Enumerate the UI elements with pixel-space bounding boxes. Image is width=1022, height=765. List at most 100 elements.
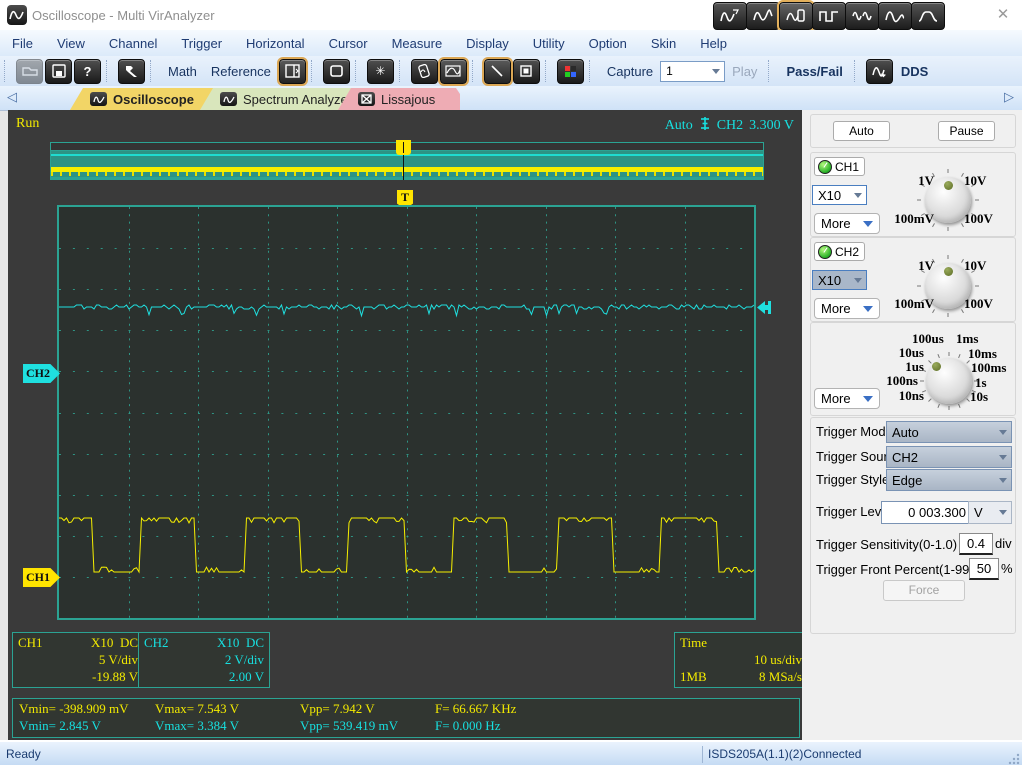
ch2-position-marker[interactable]: CH2 (23, 364, 60, 383)
device-button[interactable] (411, 59, 438, 84)
device-wave-app-icon[interactable] (779, 2, 813, 30)
trigger-sensitivity-label: Trigger Sensitivity(0-1.0) (816, 537, 957, 552)
force-trigger-button[interactable]: Force (883, 580, 965, 601)
control-panel: Auto Pause CH1 X10 More 1V 10V 100mV 100… (802, 110, 1022, 740)
ch2-more-button[interactable]: More (814, 298, 880, 319)
menu-file[interactable]: File (0, 36, 45, 51)
tab-lissajous[interactable]: Lissajous (338, 88, 460, 110)
menu-display[interactable]: Display (454, 36, 521, 51)
trigger-sensitivity-input[interactable] (959, 533, 993, 555)
math-button[interactable]: Math (168, 64, 197, 79)
trigger-front-input[interactable] (969, 558, 999, 580)
menu-view[interactable]: View (45, 36, 97, 51)
ch2-enable-button[interactable]: CH2 (814, 242, 865, 261)
open-button[interactable] (16, 59, 43, 84)
ch1-more-button[interactable]: More (814, 213, 880, 234)
pulse-app-icon[interactable] (911, 2, 945, 30)
ch2-probe-select[interactable]: X10 (812, 270, 867, 290)
menu-horizontal[interactable]: Horizontal (234, 36, 317, 51)
trigger-style-select[interactable]: Edge (886, 469, 1012, 491)
ch1-knob-label-100v: 100V (964, 211, 993, 227)
wave-app-icon[interactable] (746, 2, 780, 30)
toolbar-separator (768, 60, 775, 82)
ch1-enable-label: CH1 (835, 160, 859, 174)
damped-wave-app-icon[interactable] (878, 2, 912, 30)
ch2-vmin: Vmin= 2.845 V (19, 718, 101, 734)
trigger-front-unit: % (1001, 561, 1013, 576)
resize-grip[interactable] (1007, 752, 1020, 765)
menu-help[interactable]: Help (688, 36, 739, 51)
ch2-vmax: Vmax= 3.384 V (155, 718, 239, 734)
menu-channel[interactable]: Channel (97, 36, 169, 51)
menu-measure[interactable]: Measure (380, 36, 455, 51)
auto-button[interactable]: Auto (833, 121, 890, 141)
ch1-enable-button[interactable]: CH1 (814, 157, 865, 176)
ch2-info-box: CH2X10 DC 2 V/div 2.00 V (138, 632, 270, 688)
capture-count-select[interactable]: 1 (660, 61, 725, 82)
spectrum-tab-icon (220, 92, 237, 106)
status-separator (702, 746, 703, 763)
save-button[interactable] (45, 59, 72, 84)
play-button[interactable]: Play (732, 64, 757, 79)
dropdown-arrow-icon (863, 221, 873, 227)
passfail-button[interactable]: Pass/Fail (786, 64, 842, 79)
sample-rate: 8 MSa/s (759, 668, 802, 685)
ch2-knob-label-1v: 1V (906, 258, 934, 274)
time-more-button[interactable]: More (814, 388, 880, 409)
trigger-source-value: CH2 (887, 450, 999, 465)
menu-skin[interactable]: Skin (639, 36, 688, 51)
ch1-probe-select[interactable]: X10 (812, 185, 867, 205)
ch1-vpp: Vpp= 7.942 V (300, 701, 375, 717)
side-panel-toggle-button[interactable] (279, 59, 306, 84)
help-button[interactable]: ? (74, 59, 101, 84)
ch2-knob-label-100v: 100V (964, 296, 993, 312)
burst-wave-app-icon[interactable] (845, 2, 879, 30)
square-wave-app-icon[interactable] (812, 2, 846, 30)
dds-button[interactable]: DDS (901, 64, 928, 79)
trigger-level-input[interactable] (881, 501, 971, 524)
waveform-screen-button[interactable] (440, 59, 467, 84)
ch1-position-marker[interactable]: CH1 (23, 568, 60, 587)
dropdown-arrow-icon (863, 396, 873, 402)
tab-bar: ◁ Oscilloscope Spectrum Analyzer Lissajo… (0, 86, 1022, 111)
ch2-vpp: Vpp= 539.419 mV (300, 718, 398, 734)
trigger-mode-select[interactable]: Auto (886, 421, 1012, 443)
ch2-scale: 2 V/div (144, 651, 264, 668)
menu-option[interactable]: Option (577, 36, 639, 51)
trigger-source-select[interactable]: CH2 (886, 446, 1012, 468)
line-draw-button[interactable] (484, 59, 511, 84)
menu-bar: File View Channel Trigger Horizontal Cur… (0, 30, 1022, 57)
ch1-knob-label-10v: 10V (964, 173, 986, 189)
ch1-led-icon (818, 160, 832, 174)
menu-cursor[interactable]: Cursor (317, 36, 380, 51)
menu-trigger[interactable]: Trigger (169, 36, 234, 51)
ch2-coupling: DC (246, 635, 264, 650)
timebase-knob-indicator (932, 362, 941, 371)
ch2-knob-label-100mv: 100mV (880, 296, 934, 312)
close-button[interactable]: ✕ (990, 4, 1016, 26)
chevron-down-icon (712, 69, 720, 74)
waveform-plot[interactable] (57, 205, 756, 620)
time-title: Time (680, 634, 802, 651)
toolbar-separator (399, 60, 406, 82)
collapse-button[interactable]: ✳ (367, 59, 394, 84)
trigger-front-label: Trigger Front Percent(1-99) (816, 562, 974, 577)
tool-hammer-button[interactable] (118, 59, 145, 84)
trigger-position-marker-overview[interactable] (396, 140, 411, 155)
trigger-level-unit: V (969, 505, 999, 520)
menu-utility[interactable]: Utility (521, 36, 577, 51)
trigger-style-label: Trigger Style (816, 472, 889, 487)
trigger-level-unit-select[interactable]: V (968, 501, 1012, 524)
ch2-knob-label-10v: 10V (964, 258, 986, 274)
tab-scroll-right-icon[interactable]: ▷ (1004, 89, 1014, 105)
full-screen-button[interactable] (323, 59, 350, 84)
pause-button[interactable]: Pause (938, 121, 995, 141)
color-palette-button[interactable] (557, 59, 584, 84)
time-label-100ns: 100ns (880, 373, 918, 389)
tab-scroll-left-icon[interactable]: ◁ (7, 89, 17, 105)
trigger-level-marker[interactable] (756, 300, 773, 320)
stop-button[interactable] (513, 59, 540, 84)
trigger-readout-level: 3.300 V (749, 118, 794, 134)
scope-app-icon[interactable] (713, 2, 747, 30)
reference-button[interactable]: Reference (211, 64, 271, 79)
